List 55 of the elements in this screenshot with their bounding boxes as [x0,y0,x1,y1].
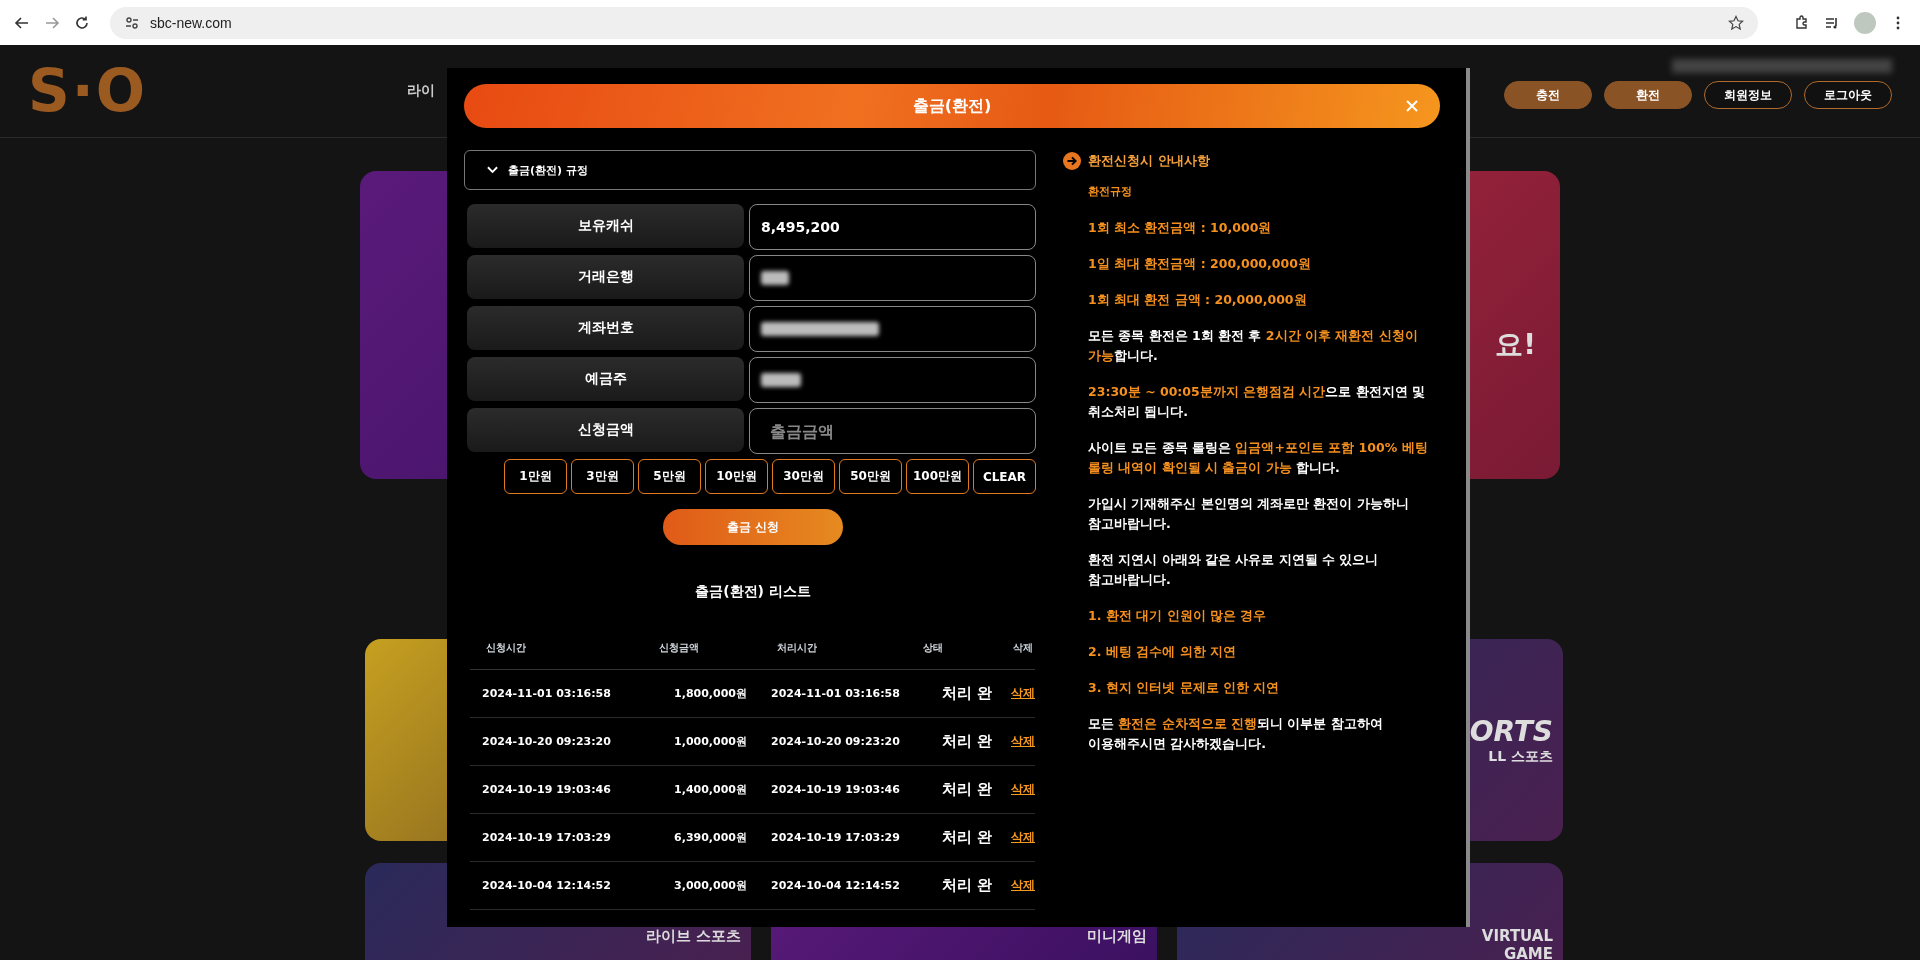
table-cell: 2024-10-04 12:14:52 [470,861,623,910]
notice-text: 환전규정 [1088,184,1133,200]
table-cell: 2024-10-19 17:03:29 [470,813,623,862]
column-header: 상태 [923,627,1011,670]
field-label: 예금주 [467,357,744,401]
status-cell: 처리 완 [923,669,1011,718]
card-text: GAME [1503,945,1553,960]
notice-text: 가입시 기재해주신 본인명의 계좌로만 환전이 가능하니 참고바랍니다. [1088,495,1410,533]
list-title: 출금(환전) 리스트 [694,583,812,601]
column-header: 신청시간 [470,627,623,670]
banner-text: 요! [1495,327,1536,363]
field-label: 신청금액 [467,408,744,452]
table-cell: 1,000,000원 [622,717,771,766]
notice-text: 사이트 모든 종목 롤링은 입금액+포인트 포함 100% 베팅 롤링 내역이 확인될 시 출금이 가능 합니다. [1088,439,1429,477]
status-cell: 처리 완 [923,861,1011,910]
card-text: VIRTUAL [1481,927,1553,945]
notice-text: 1회 최대 환전 금액 : 20,000,000원 [1088,291,1308,309]
table-cell: 2024-11-01 03:16:58 [771,669,924,718]
cash-field: 8,495,200 [749,204,1036,250]
table-cell: 2024-10-04 12:14:52 [771,861,924,910]
table-cell: 2024-10-20 09:23:20 [470,717,623,766]
field-label: 보유캐쉬 [467,204,744,248]
field-label: 거래은행 [467,255,744,299]
status-cell: 처리 완 [923,765,1011,814]
table-cell: 2024-11-01 03:16:58 [470,669,623,718]
notice-text: 3. 현지 인터넷 문제로 인한 지연 [1088,679,1281,697]
modal-title: 출금(환전) [912,95,992,117]
table-cell: 2024-10-19 19:03:46 [771,765,924,814]
column-header: 신청금액 [622,627,771,670]
table-cell: 2024-10-19 19:03:46 [470,765,623,814]
field-label: 계좌번호 [467,306,744,350]
notice-text: 1. 환전 대기 인원이 많은 경우 [1088,607,1268,625]
url-text: sbc-new.com [150,14,233,31]
card-text: 라이브 스포츠 [645,927,741,946]
table-cell: 2024-10-20 09:23:20 [771,717,924,766]
table-cell: 6,390,000원 [622,813,771,862]
table-cell: 1,800,000원 [622,669,771,718]
table-cell: 3,000,000원 [622,861,771,910]
status-cell: 처리 완 [923,813,1011,862]
notice-text: 1일 최대 환전금액 : 200,000,000원 [1088,255,1312,273]
status-cell: 처리 완 [923,717,1011,766]
table-cell: 1,400,000원 [622,765,771,814]
notice-text: 환전 지연시 아래와 같은 사유로 지연될 수 있으니 참고바랍니다. [1088,551,1380,589]
card-text: LL 스포츠 [1488,747,1553,766]
notice-text: 1회 최소 환전금액 : 10,000원 [1088,219,1273,237]
column-header: 삭제 [1011,627,1035,670]
notice-text: 모든 종목 환전은 1회 환전 후 2시간 이후 재환전 신청이 가능합니다. [1088,327,1419,365]
notice-text: 2. 베팅 검수에 의한 지연 [1088,643,1237,661]
card-text: 미니게임 [1087,927,1147,946]
table-cell: 2024-10-19 17:03:29 [771,813,924,862]
notice-text: 모든 환전은 순차적으로 진행되니 이부분 참고하여 이용해주시면 감사하겠습니다. [1088,715,1384,753]
notice-text: 23:30분 ~ 00:05분까지 은행점검 시간으로 환전지연 및 취소처리 됩니다. [1088,383,1427,421]
card-text: ORTS [1469,714,1553,748]
notice-heading: 환전신청시 안내사항 [1088,152,1210,170]
column-header: 처리시간 [771,627,924,670]
